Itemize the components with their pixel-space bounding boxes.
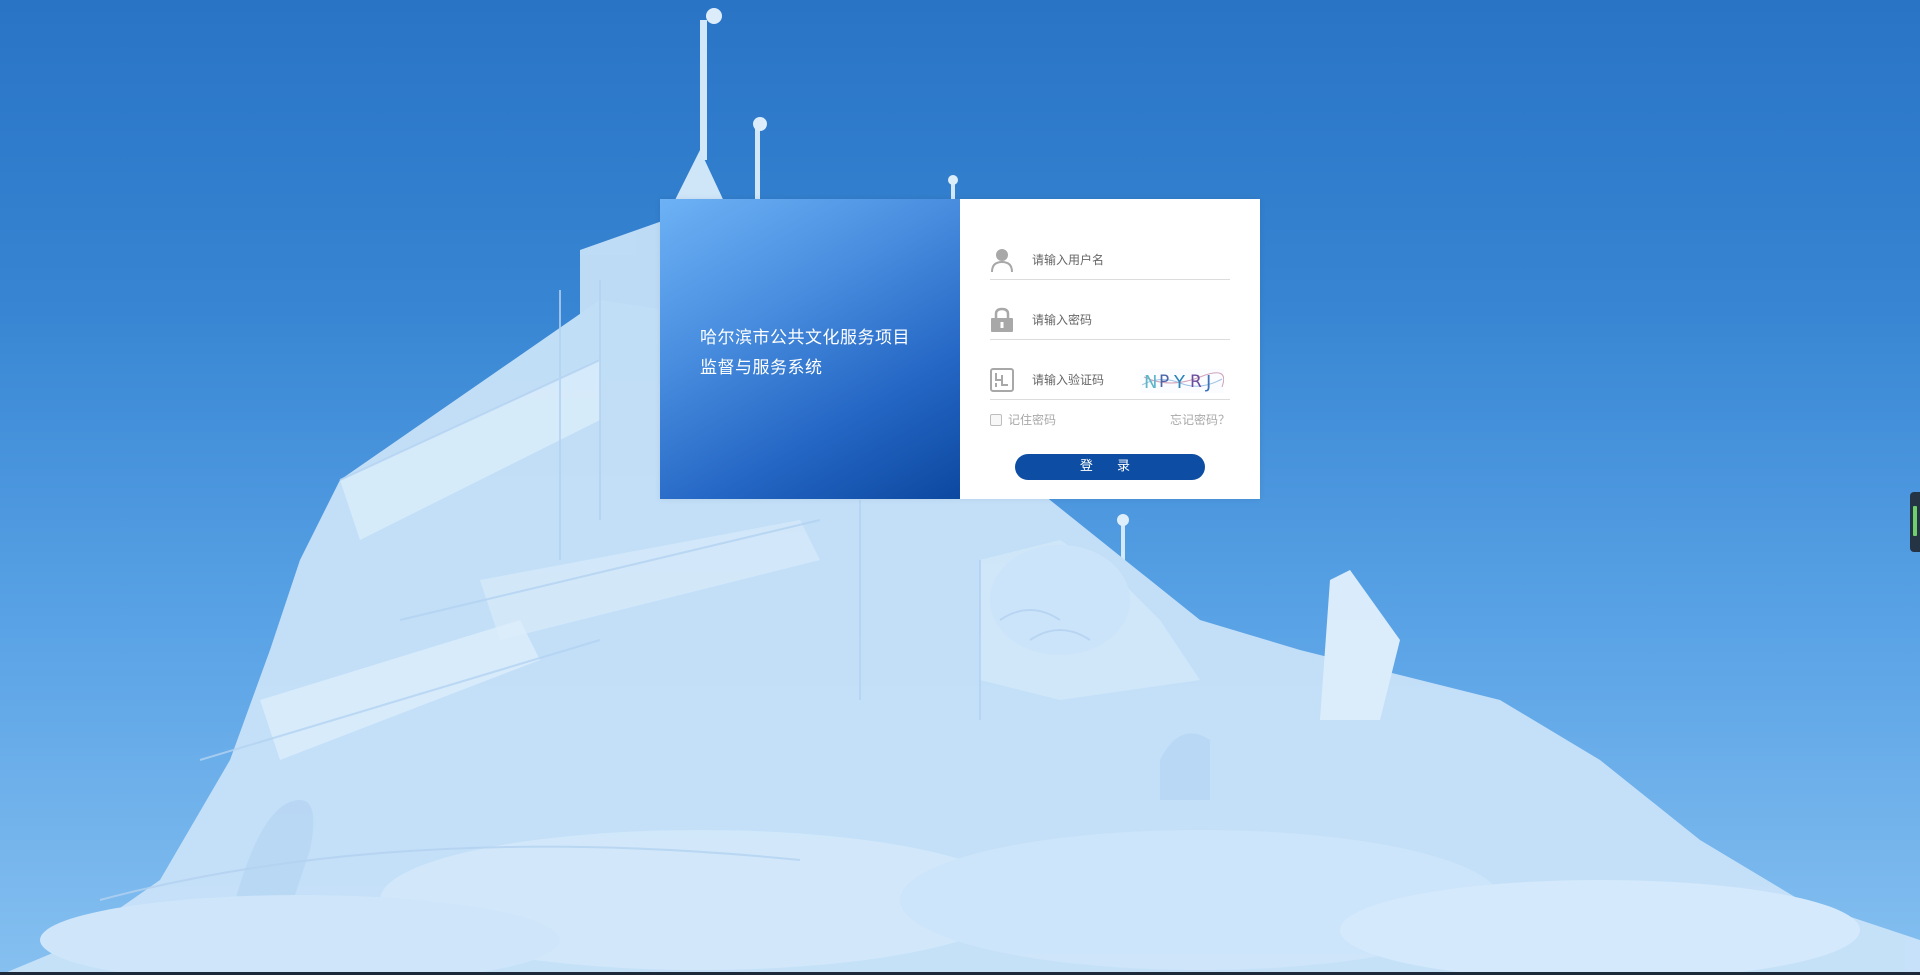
captcha-char-4: R — [1190, 372, 1202, 392]
lock-icon — [990, 307, 1014, 333]
forgot-password-link[interactable]: 忘记密码？ — [1170, 411, 1230, 428]
system-title-line1: 哈尔滨市公共文化服务项目 — [700, 328, 910, 348]
login-button[interactable]: 登 录 — [1015, 454, 1205, 480]
username-field — [990, 241, 1230, 280]
username-input[interactable] — [1032, 250, 1182, 270]
remember-password[interactable]: 记住密码 — [990, 411, 1056, 428]
side-widget-icon — [1913, 506, 1917, 536]
login-banner: 哈尔滨市公共文化服务项目 监督与服务系统 — [660, 199, 960, 499]
system-title: 哈尔滨市公共文化服务项目 监督与服务系统 — [700, 323, 910, 383]
login-options: 记住密码 忘记密码？ — [990, 411, 1230, 427]
password-field — [990, 301, 1230, 340]
password-input[interactable] — [1032, 310, 1182, 330]
captcha-icon — [990, 367, 1014, 393]
user-icon — [990, 247, 1014, 273]
captcha-image[interactable]: N P Y R J — [1140, 369, 1225, 393]
login-form: N P Y R J 记住密码 忘记密码？ 登 录 — [960, 199, 1260, 499]
remember-checkbox[interactable] — [990, 413, 1002, 426]
captcha-char-2: P — [1159, 372, 1169, 392]
login-box: 哈尔滨市公共文化服务项目 监督与服务系统 请输入用户名 请输入验证码 N P Y… — [660, 199, 1260, 499]
remember-label: 记住密码 — [1008, 413, 1057, 427]
captcha-char-5: J — [1205, 372, 1211, 393]
side-widget[interactable] — [1910, 492, 1920, 552]
captcha-field: N P Y R J — [990, 361, 1230, 400]
captcha-char-1: N — [1144, 372, 1157, 393]
captcha-char-3: Y — [1173, 372, 1186, 393]
system-title-line2: 监督与服务系统 — [700, 358, 823, 378]
